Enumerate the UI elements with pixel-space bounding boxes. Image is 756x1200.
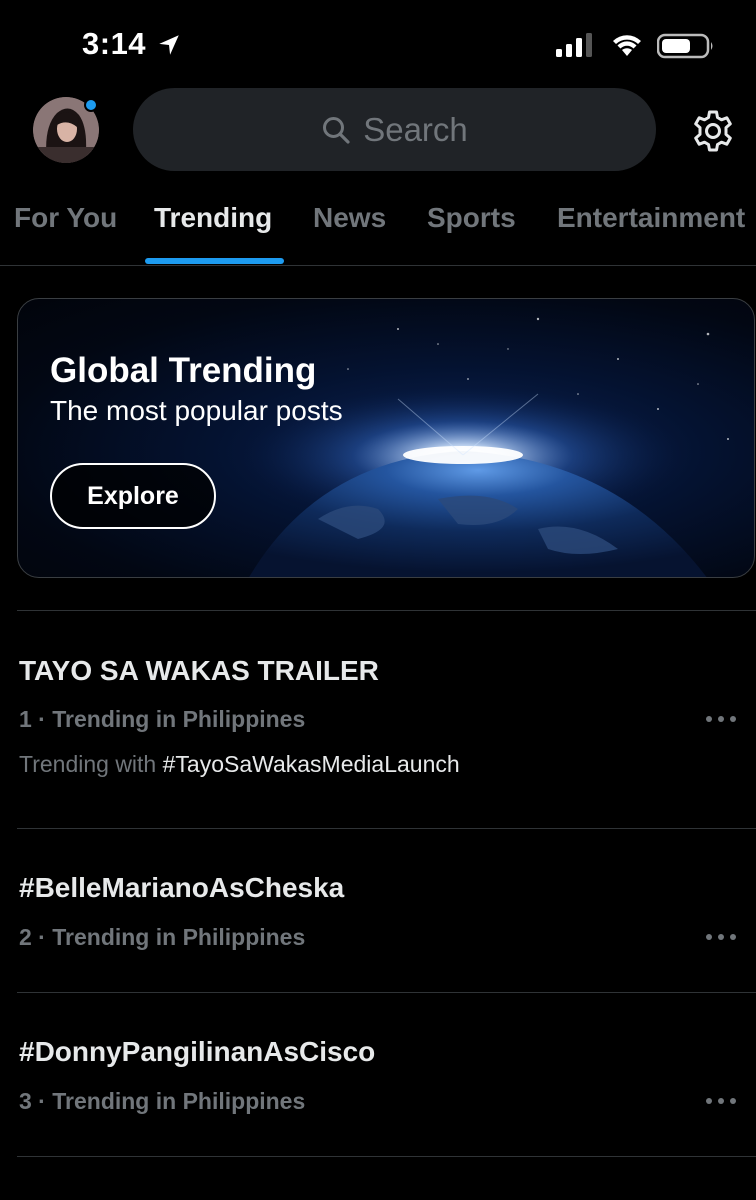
global-trending-card[interactable]: Global Trending The most popular posts E… bbox=[17, 298, 755, 578]
divider bbox=[17, 828, 756, 829]
tab-news[interactable]: News bbox=[313, 202, 386, 234]
tab-trending[interactable]: Trending bbox=[154, 202, 272, 234]
trend-title: #DonnyPangilinanAsCisco bbox=[19, 1036, 376, 1067]
location-arrow-icon bbox=[159, 35, 179, 55]
earth-hero-image bbox=[243, 317, 729, 577]
tab-for-you[interactable]: For You bbox=[14, 202, 117, 234]
search-placeholder: Search bbox=[363, 110, 468, 148]
tab-sports[interactable]: Sports bbox=[427, 202, 516, 234]
trend-with: Trending with #TayoSaWakasMediaLaunch bbox=[19, 751, 460, 777]
wifi-icon bbox=[613, 35, 641, 56]
search-icon bbox=[323, 116, 350, 144]
status-time: 3:14 bbox=[82, 26, 147, 61]
trend-context: 1 · Trending in Philippines bbox=[19, 706, 306, 732]
explore-button[interactable]: Explore bbox=[50, 463, 216, 529]
more-options-icon[interactable] bbox=[704, 932, 738, 942]
battery-icon bbox=[657, 33, 713, 59]
cellular-signal-icon bbox=[556, 33, 592, 57]
tab-entertainment[interactable]: Entertainment bbox=[557, 202, 745, 234]
more-options-icon[interactable] bbox=[704, 714, 738, 724]
divider bbox=[17, 1156, 756, 1157]
status-bar: 3:14 bbox=[0, 0, 756, 90]
tab-bar: For You Trending News Sports Entertainme… bbox=[0, 188, 756, 266]
notification-dot bbox=[84, 98, 98, 112]
hero-subtitle: The most popular posts bbox=[50, 395, 343, 426]
trend-title: #BelleMarianoAsCheska bbox=[19, 872, 345, 903]
hero-title: Global Trending bbox=[50, 351, 317, 390]
divider bbox=[17, 992, 756, 993]
trend-context: 2 · Trending in Philippines bbox=[19, 924, 306, 950]
trend-hashtag-link[interactable]: #TayoSaWakasMediaLaunch bbox=[163, 751, 460, 777]
active-tab-indicator bbox=[145, 258, 284, 264]
gear-icon[interactable] bbox=[690, 108, 736, 154]
search-input[interactable]: Search bbox=[133, 88, 656, 171]
trend-context: 3 · Trending in Philippines bbox=[19, 1088, 306, 1114]
divider bbox=[17, 610, 756, 611]
trend-title: TAYO SA WAKAS TRAILER bbox=[19, 655, 379, 686]
more-options-icon[interactable] bbox=[704, 1096, 738, 1106]
